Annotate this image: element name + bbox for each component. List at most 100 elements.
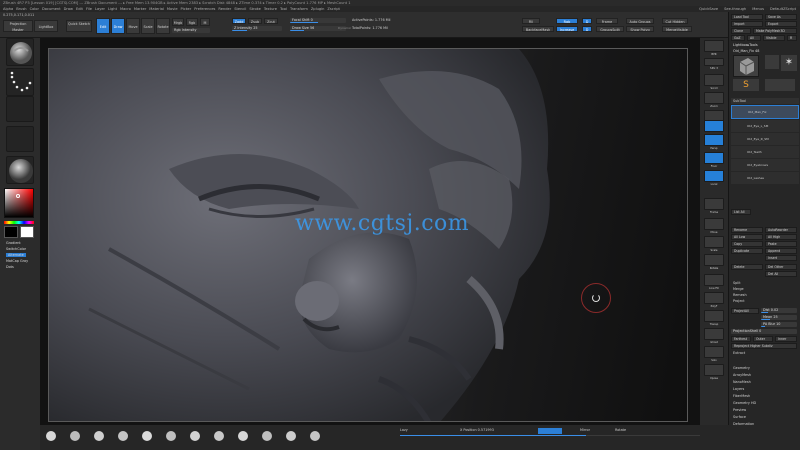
transp-button[interactable] <box>704 310 724 322</box>
arraymesh-section[interactable]: ArrayMesh <box>733 373 751 377</box>
local-button[interactable] <box>704 170 724 182</box>
copy-button[interactable]: Copy <box>731 241 763 247</box>
brush-preset-icon[interactable] <box>238 431 248 441</box>
brush-preset-icon[interactable] <box>46 431 56 441</box>
subtool-item[interactable]: Old_Teeth <box>731 146 799 158</box>
import-button[interactable]: Import <box>731 21 763 27</box>
load-tool-button[interactable]: Load Tool <box>731 14 763 20</box>
color-picker[interactable] <box>4 188 34 218</box>
floor-button[interactable] <box>704 152 724 164</box>
material-thumbnail[interactable] <box>6 156 34 184</box>
cylinder-tool-thumbnail[interactable] <box>765 55 779 69</box>
document-canvas[interactable]: www.cgtsj.com <box>48 48 688 422</box>
brush-preset-icon[interactable] <box>70 431 80 441</box>
rename-button[interactable]: Rename <box>731 227 763 233</box>
delete-button[interactable]: Delete <box>731 264 763 270</box>
pa-blur-slider[interactable]: PA Blur 10 <box>761 322 797 327</box>
scale-view-button[interactable] <box>704 236 724 248</box>
outer-button[interactable]: Outer <box>753 336 773 342</box>
move-button[interactable]: Move <box>126 18 140 34</box>
solo-button[interactable] <box>704 346 724 358</box>
xpose-button[interactable] <box>704 364 724 376</box>
aahalf-button[interactable] <box>704 120 724 132</box>
project-section[interactable]: Project <box>733 299 745 303</box>
gradient-toggle[interactable]: Gradient <box>6 241 21 245</box>
brush-preset-icon[interactable] <box>214 431 224 441</box>
split-section[interactable]: Split <box>733 281 741 285</box>
alternate-button[interactable]: Alternate <box>6 253 26 257</box>
increase-button[interactable]: Increase <box>556 26 578 32</box>
star-tool-icon[interactable]: ✶ <box>781 55 797 71</box>
frame-button[interactable]: Frame <box>596 18 618 24</box>
subtool-item[interactable]: Old_Eye_R_SM <box>731 133 799 145</box>
focal-shift-slider[interactable]: Focal Shift 0 <box>290 18 346 23</box>
main-color-swatch[interactable] <box>4 226 18 238</box>
brush-preset-icon[interactable] <box>310 431 320 441</box>
edit-button[interactable]: Edit <box>96 18 110 34</box>
merge-section[interactable]: Merge <box>733 287 744 291</box>
frame-view-button[interactable] <box>704 198 724 210</box>
zcut-button[interactable]: Zcut <box>264 18 278 24</box>
rgb-button[interactable]: Rgb <box>186 18 198 26</box>
draw-button[interactable]: Draw <box>111 18 125 34</box>
all-button[interactable]: All <box>747 35 761 41</box>
d2-toggle[interactable]: D <box>582 26 592 32</box>
zoom-button[interactable] <box>704 92 724 104</box>
append-button[interactable]: Append <box>765 248 797 254</box>
ghost-button[interactable] <box>704 328 724 340</box>
polyf-button[interactable] <box>704 292 724 304</box>
projection-master-button[interactable]: Projection Master <box>3 20 33 32</box>
zsub-button[interactable]: Zsub <box>248 18 262 24</box>
r-button[interactable]: R <box>787 35 797 41</box>
mrgb-button[interactable]: Mrgb <box>172 18 184 26</box>
brush-preset-icon[interactable] <box>94 431 104 441</box>
lightbox-tools-label[interactable]: Lightbox▸Tools <box>733 43 758 47</box>
list-all-button[interactable]: List All <box>731 209 751 215</box>
rgb-toggle[interactable]: Rgb <box>556 18 578 24</box>
del-other-button[interactable]: Del Other <box>765 264 797 270</box>
texture-thumbnail[interactable] <box>6 126 34 152</box>
move-view-button[interactable] <box>704 218 724 230</box>
show-polyg-button[interactable]: Show Polyg <box>626 26 654 32</box>
subtool-header[interactable]: SubTool <box>731 98 799 104</box>
subtool-item[interactable]: Old_Lashes <box>731 172 799 184</box>
secondary-color-swatch[interactable] <box>20 226 34 238</box>
clone-button[interactable]: Clone <box>731 28 751 34</box>
reproject-higher-subdiv-button[interactable]: Reproject Higher Subdiv <box>731 343 797 349</box>
brush-preset-icon[interactable] <box>286 431 296 441</box>
brush-preset-icon[interactable] <box>190 431 200 441</box>
current-tool-thumbnail[interactable] <box>733 55 759 77</box>
rotate-button[interactable]: Rotate <box>156 18 170 34</box>
merge-visible-button[interactable]: MergeVisible <box>662 26 692 32</box>
color-square[interactable] <box>4 188 34 218</box>
duplicate-button[interactable]: Duplicate <box>731 248 763 254</box>
preview-section[interactable]: Preview <box>733 408 746 412</box>
save-as-button[interactable]: Save As <box>765 14 797 20</box>
all-low-button[interactable]: All Low <box>731 234 763 240</box>
persp-button[interactable] <box>704 134 724 146</box>
extract-section[interactable]: Extract <box>733 351 745 355</box>
zadd-button[interactable]: Zadd <box>232 18 246 24</box>
fibermesh-section[interactable]: FiberMesh <box>733 394 750 398</box>
all-high-button[interactable]: All High <box>765 234 797 240</box>
nanomesh-section[interactable]: NanoMesh <box>733 380 751 384</box>
polymesh-tool-thumbnail[interactable] <box>765 79 795 91</box>
visible-button[interactable]: Visible <box>763 35 785 41</box>
d-toggle[interactable]: D <box>582 18 592 24</box>
brush-preset-icon[interactable] <box>118 431 128 441</box>
mirror-toggle[interactable] <box>538 428 562 434</box>
rgb-intensity-slider[interactable]: Rgb Intensity <box>172 28 210 33</box>
dynamic-toggle[interactable]: Dynamic <box>338 26 351 30</box>
paste-button[interactable]: Paste <box>765 241 797 247</box>
z-intensity-slider[interactable]: Z Intensity 25 <box>232 26 282 31</box>
subtool-item[interactable]: Old_Eye_L_SM <box>731 120 799 132</box>
export-button[interactable]: Export <box>765 21 797 27</box>
goz-button[interactable]: GoZ <box>731 35 745 41</box>
brush-preset-icon[interactable] <box>262 431 272 441</box>
hue-strip[interactable] <box>4 221 34 224</box>
lightbox-button[interactable]: LightBox <box>34 20 58 32</box>
brush-preset-icon[interactable] <box>166 431 176 441</box>
line-fill-button[interactable] <box>704 274 724 286</box>
inner-button[interactable]: Inner <box>775 336 797 342</box>
projection-shell-slider[interactable]: ProjectionShell 0 <box>731 329 797 334</box>
